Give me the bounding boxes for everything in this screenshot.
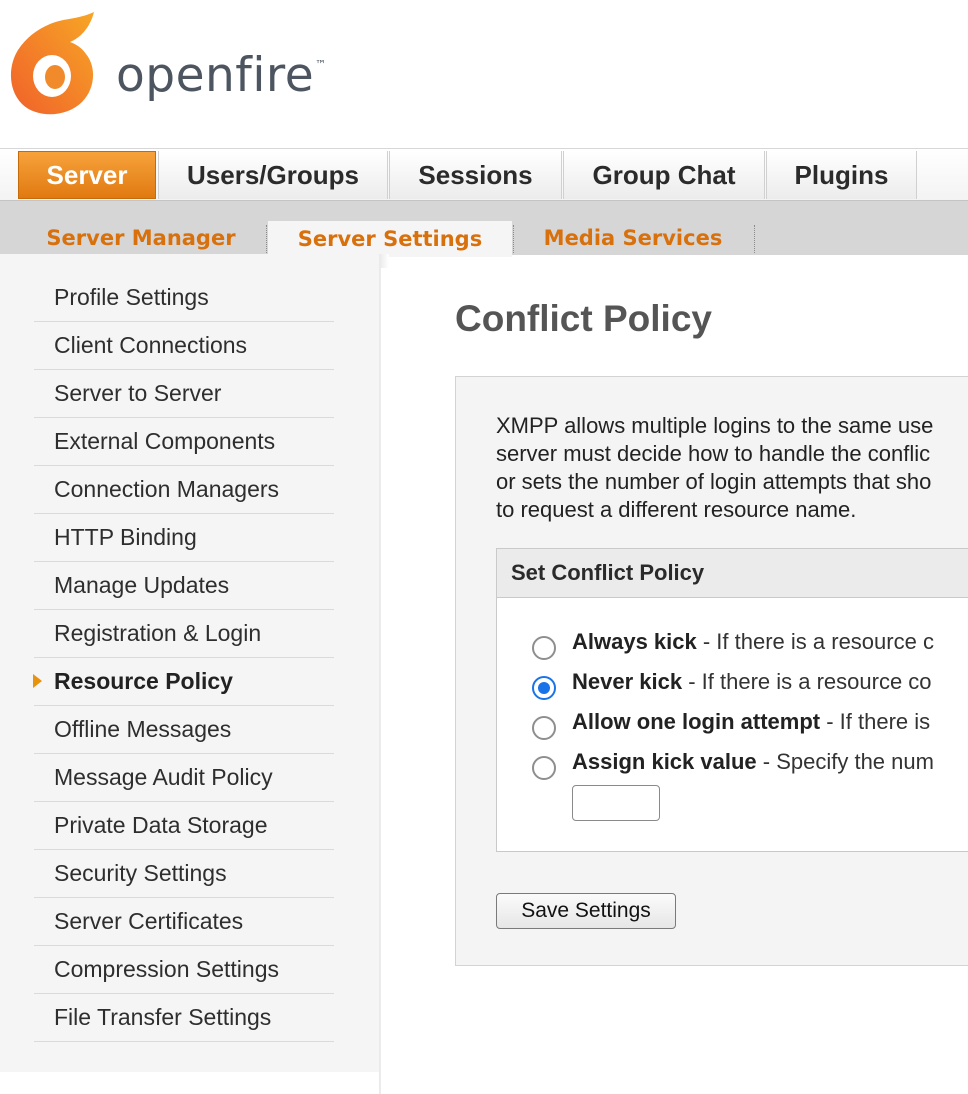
description-line: to request a different resource name.	[496, 497, 857, 522]
main-tab-bar: Server Users/Groups Sessions Group Chat …	[0, 148, 968, 201]
conflict-policy-box-header: Set Conflict Policy	[496, 548, 968, 598]
sidebar-item-profile-settings[interactable]: Profile Settings	[34, 274, 334, 322]
policy-description: XMPP allows multiple logins to the same …	[496, 412, 968, 524]
sidebar-item-http-binding[interactable]: HTTP Binding	[34, 514, 334, 562]
kick-value-input[interactable]	[572, 785, 660, 821]
sidebar-item-compression-settings[interactable]: Compression Settings	[34, 946, 334, 994]
sidebar-item-offline-messages[interactable]: Offline Messages	[34, 706, 334, 754]
sidebar-item-private-data-storage[interactable]: Private Data Storage	[34, 802, 334, 850]
active-arrow-icon	[33, 674, 42, 688]
subtab-divider	[754, 225, 755, 253]
subtab-server-manager[interactable]: Server Manager	[30, 221, 252, 255]
sidebar-item-manage-updates[interactable]: Manage Updates	[34, 562, 334, 610]
option-label: Assign kick value - Specify the num	[572, 749, 934, 774]
option-label: Allow one login attempt - If there is	[572, 709, 931, 734]
radio-never-kick[interactable]	[532, 676, 556, 700]
radio-allow-one-login[interactable]	[532, 716, 556, 740]
sidebar-item-client-connections[interactable]: Client Connections	[34, 322, 334, 370]
description-line: or sets the number of login attempts tha…	[496, 469, 932, 494]
subtab-server-settings[interactable]: Server Settings	[268, 221, 512, 257]
subtab-divider	[513, 225, 514, 253]
tab-sessions[interactable]: Sessions	[389, 151, 562, 199]
sidebar-item-connection-managers[interactable]: Connection Managers	[34, 466, 334, 514]
sidebar-item-resource-policy[interactable]: Resource Policy	[33, 658, 334, 706]
radio-assign-kick-value[interactable]	[532, 756, 556, 780]
sidebar: Profile Settings Client Connections Serv…	[0, 254, 380, 1072]
openfire-wordmark: openfire™	[116, 48, 327, 103]
subtab-divider	[266, 225, 267, 253]
sidebar-item-file-transfer-settings[interactable]: File Transfer Settings	[34, 994, 334, 1042]
sidebar-item-registration-login[interactable]: Registration & Login	[34, 610, 334, 658]
sidebar-item-server-certificates[interactable]: Server Certificates	[34, 898, 334, 946]
sidebar-item-server-to-server[interactable]: Server to Server	[34, 370, 334, 418]
openfire-flame-logo-icon	[10, 12, 94, 115]
sidebar-item-message-audit-policy[interactable]: Message Audit Policy	[34, 754, 334, 802]
tab-plugins[interactable]: Plugins	[766, 151, 917, 199]
description-line: server must decide how to handle the con…	[496, 441, 931, 466]
save-settings-button[interactable]: Save Settings	[496, 893, 676, 929]
page-title: Conflict Policy	[455, 298, 712, 339]
sidebar-item-external-components[interactable]: External Components	[34, 418, 334, 466]
tab-server[interactable]: Server	[18, 151, 156, 199]
radio-always-kick[interactable]	[532, 636, 556, 660]
sidebar-item-security-settings[interactable]: Security Settings	[34, 850, 334, 898]
option-label: Always kick - If there is a resource c	[572, 629, 934, 654]
box-title: Set Conflict Policy	[511, 560, 705, 585]
description-line: XMPP allows multiple logins to the same …	[496, 413, 934, 438]
sub-tab-bar: Server Manager Server Settings Media Ser…	[0, 200, 968, 257]
tab-group-chat[interactable]: Group Chat	[563, 151, 765, 199]
tab-users-groups[interactable]: Users/Groups	[158, 151, 388, 199]
header: openfire™	[0, 0, 968, 148]
option-label: Never kick - If there is a resource co	[572, 669, 932, 694]
subtab-media-services[interactable]: Media Services	[524, 221, 742, 255]
